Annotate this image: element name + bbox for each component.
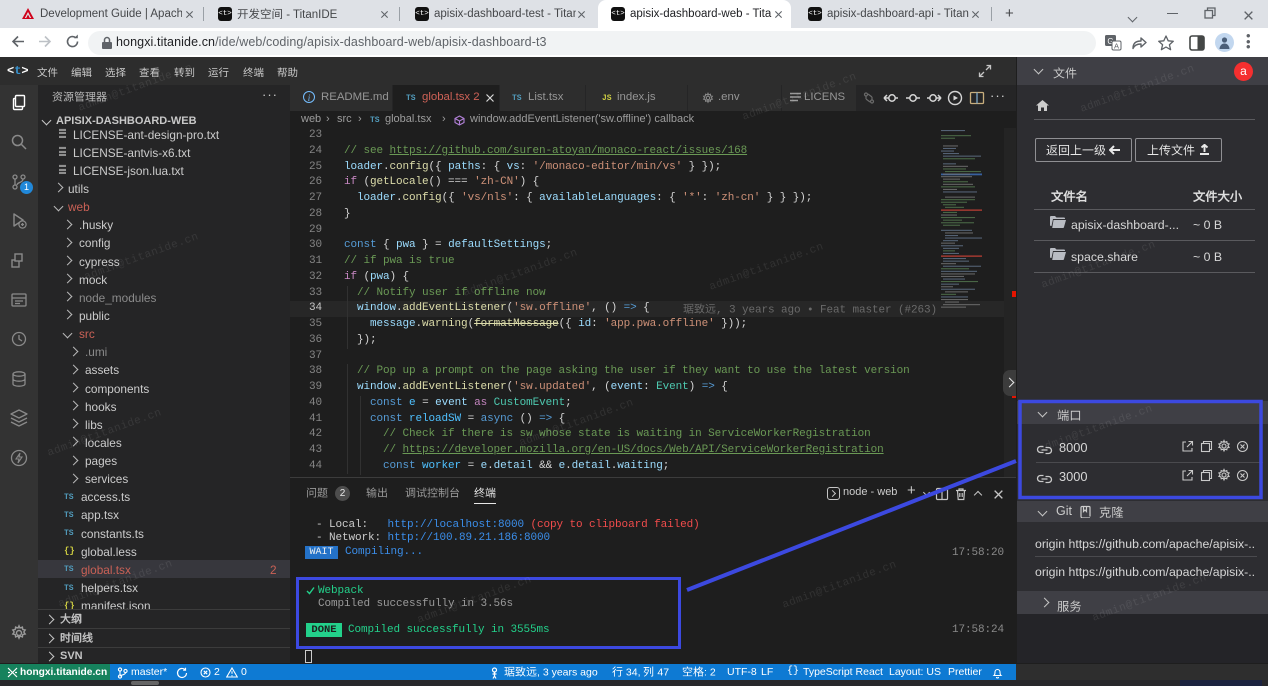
svg-text:A: A xyxy=(1114,42,1119,51)
